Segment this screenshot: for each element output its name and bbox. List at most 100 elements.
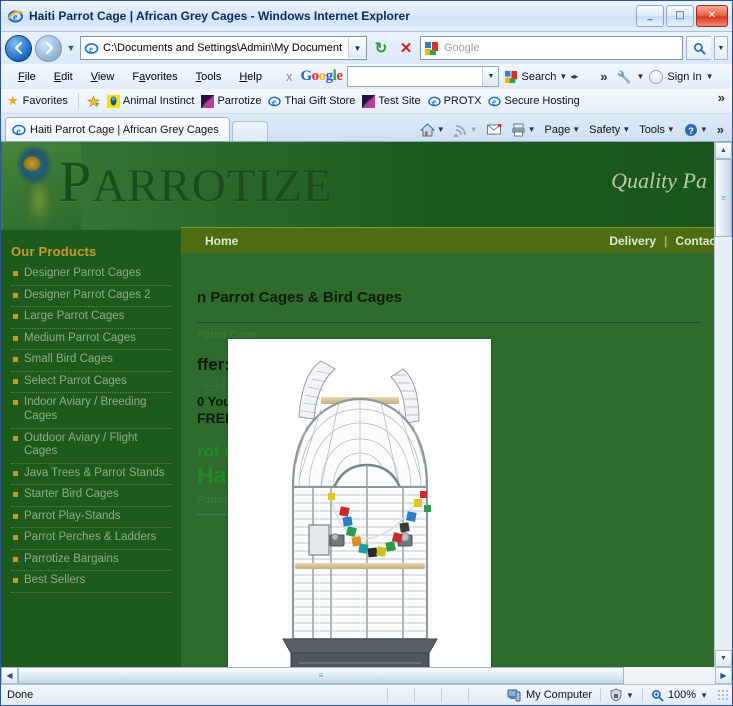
address-dropdown-button[interactable]: ▼: [348, 38, 366, 58]
grip-icon: ≡: [318, 671, 324, 680]
feeds-button[interactable]: ▼: [450, 121, 482, 139]
scroll-right-button[interactable]: ▶: [715, 667, 732, 684]
google-search-dropdown[interactable]: ▼: [482, 67, 499, 86]
menu-item-view[interactable]: View: [82, 68, 124, 86]
vertical-scroll-track[interactable]: ≡: [715, 159, 732, 650]
security-zone[interactable]: My Computer: [499, 688, 600, 702]
bullet-icon: [13, 314, 18, 320]
protected-mode-icon: [610, 688, 622, 702]
maximize-button[interactable]: □: [666, 5, 694, 27]
favorites-star-icon[interactable]: ★: [7, 93, 19, 109]
favorite-label: PROTX: [443, 95, 482, 107]
recent-pages-button[interactable]: ▼: [65, 43, 77, 53]
home-icon: [419, 122, 435, 136]
horizontal-scroll-thumb[interactable]: ≡: [18, 667, 624, 684]
bullet-icon: [13, 271, 18, 276]
site-nav: Home Delivery | Contact Us | Custom: [181, 227, 715, 254]
page-menu-button[interactable]: Page ▼: [541, 122, 585, 138]
vertical-scroll-thumb[interactable]: ≡: [715, 159, 732, 237]
sidebar-item-outdoor-aviary[interactable]: Outdoor Aviary / Flight Cages: [11, 429, 171, 464]
menu-item-file[interactable]: FFileile: [9, 68, 45, 86]
sidebar-item-designer-parrot-cages-2[interactable]: Designer Parrot Cages 2: [11, 286, 171, 308]
google-toolbar-close-button[interactable]: x: [283, 69, 296, 84]
sidebar-item-best-sellers[interactable]: Best Sellers: [11, 571, 171, 593]
wrench-dropdown-icon[interactable]: ▼: [636, 72, 644, 81]
sidebar-item-java-trees[interactable]: Java Trees & Parrot Stands: [11, 464, 171, 486]
google-search-button[interactable]: Search ▼ ◂▸: [504, 70, 578, 84]
favorite-item-animal-instinct[interactable]: Animal Instinct: [105, 93, 200, 110]
nav-item-home[interactable]: Home: [197, 234, 246, 248]
double-chevron-icon[interactable]: »: [596, 69, 611, 84]
scroll-left-button[interactable]: ◀: [1, 667, 18, 684]
site-logo[interactable]: PARROTIZE: [59, 148, 333, 215]
sidebar-item-medium-parrot-cages[interactable]: Medium Parrot Cages: [11, 329, 171, 351]
sidebar-item-indoor-aviary[interactable]: Indoor Aviary / Breeding Cages: [11, 393, 171, 429]
new-tab-button[interactable]: [231, 121, 268, 141]
search-go-button[interactable]: [686, 36, 711, 60]
search-icon: [693, 42, 706, 55]
favorite-item-test-site[interactable]: Test Site: [360, 93, 425, 110]
favorite-item-protx[interactable]: e PROTX: [426, 93, 487, 110]
refresh-button[interactable]: ↻: [370, 37, 392, 59]
command-bar-overflow-button[interactable]: »: [713, 122, 728, 137]
command-bar: ▼ ▼ ▼ Page ▼ Safety ▼ Tools ▼ ? ▼ »: [416, 118, 732, 141]
favorites-overflow-button[interactable]: »: [714, 90, 729, 105]
back-button[interactable]: [5, 34, 32, 62]
sidebar-item-parrotize-bargains[interactable]: Parrotize Bargains: [11, 550, 171, 572]
search-box[interactable]: Google: [420, 36, 683, 60]
favorites-label[interactable]: Favorites: [23, 95, 68, 107]
sidebar-item-starter-bird-cages[interactable]: Starter Bird Cages: [11, 485, 171, 507]
sidebar-item-select-parrot-cages[interactable]: Select Parrot Cages: [11, 372, 171, 394]
resize-grip[interactable]: [716, 688, 730, 702]
favorite-item-thai-gift-store[interactable]: e Thai Gift Store: [266, 93, 360, 110]
sidebar-item-parrot-perches[interactable]: Parrot Perches & Ladders: [11, 528, 171, 550]
nav-item-delivery[interactable]: Delivery: [601, 234, 664, 248]
tools-menu-button[interactable]: Tools ▼: [635, 122, 679, 138]
zoom-control[interactable]: 100% ▼: [643, 689, 716, 702]
site-tagline: Quality Pa: [611, 168, 707, 193]
favorite-item-secure-hosting[interactable]: e Secure Hosting: [486, 93, 584, 110]
menu-item-help[interactable]: Help: [230, 68, 271, 86]
wrench-icon[interactable]: 🔧: [617, 70, 632, 84]
resize-handle-icon[interactable]: ◂▸: [570, 72, 578, 81]
forward-button[interactable]: [35, 34, 62, 62]
svg-text:e: e: [13, 12, 18, 23]
chevron-down-icon: ▼: [469, 125, 478, 134]
protected-mode-indicator[interactable]: ▼: [601, 688, 642, 702]
sidebar-item-small-bird-cages[interactable]: Small Bird Cages: [11, 350, 171, 372]
sidebar-item-designer-parrot-cages[interactable]: Designer Parrot Cages: [11, 264, 171, 286]
chevron-down-icon[interactable]: ▼: [700, 691, 708, 700]
horizontal-scrollbar[interactable]: ◀ ≡ ▶: [1, 667, 732, 684]
window-controls: _ □ ✕: [636, 5, 728, 27]
home-button[interactable]: ▼: [416, 121, 449, 139]
chevron-down-icon[interactable]: ▼: [559, 72, 567, 81]
vertical-scrollbar[interactable]: ▲ ≡ ▼: [714, 142, 732, 667]
scroll-up-button[interactable]: ▲: [715, 142, 732, 159]
print-button[interactable]: ▼: [507, 121, 540, 139]
minimize-button[interactable]: _: [636, 5, 664, 27]
add-to-favorites-bar-button[interactable]: [85, 93, 105, 110]
search-options-button[interactable]: ▼: [714, 36, 728, 60]
scroll-down-button[interactable]: ▼: [715, 650, 732, 667]
address-bar[interactable]: e C:\Documents and Settings\Admin\My Doc…: [80, 36, 367, 60]
sign-in-button[interactable]: Sign In ▼: [649, 69, 719, 84]
stop-button[interactable]: ✕: [395, 37, 417, 59]
sidebar-item-parrot-play-stands[interactable]: Parrot Play-Stands: [11, 507, 171, 529]
horizontal-scroll-track[interactable]: ≡: [18, 667, 715, 684]
help-menu-button[interactable]: ? ▼: [680, 121, 712, 139]
menu-item-edit[interactable]: Edit: [45, 68, 82, 86]
stop-icon: ✕: [399, 40, 413, 57]
menu-item-favorites[interactable]: Favorites: [123, 68, 186, 86]
nav-item-contact-us[interactable]: Contact Us: [667, 234, 715, 248]
zoom-level: 100%: [667, 689, 697, 701]
menu-item-tools[interactable]: Tools: [187, 68, 231, 86]
favorite-item-parrotize[interactable]: Parrotize: [199, 93, 266, 110]
ie-icon: e: [268, 96, 282, 107]
sidebar-item-large-parrot-cages[interactable]: Large Parrot Cages: [11, 307, 171, 329]
google-search-input[interactable]: ▼: [347, 66, 500, 87]
close-button[interactable]: ✕: [696, 5, 728, 27]
read-mail-button[interactable]: [483, 122, 506, 138]
chevron-down-icon[interactable]: ▼: [626, 691, 634, 700]
tab-active[interactable]: e Haiti Parrot Cage | African Grey Cages: [5, 117, 230, 141]
safety-menu-button[interactable]: Safety ▼: [585, 122, 634, 138]
